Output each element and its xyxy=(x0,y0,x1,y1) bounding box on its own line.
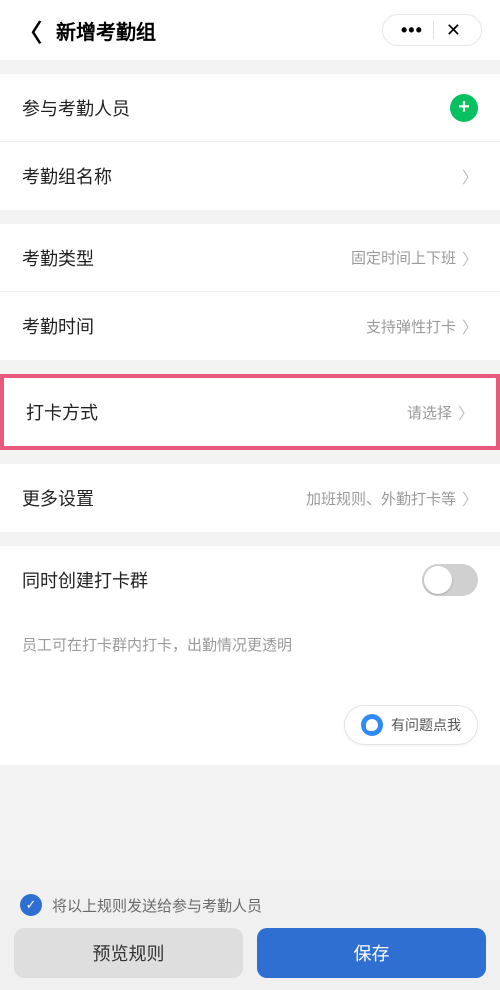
chevron-right-icon: 〉 xyxy=(462,246,478,270)
bottom-bar: ✓ 将以上规则发送给参与考勤人员 预览规则 保存 xyxy=(0,880,500,990)
create-group-toggle[interactable] xyxy=(422,564,478,596)
more-menu-button[interactable]: ••• xyxy=(395,21,429,39)
attendance-type-label: 考勤类型 xyxy=(22,245,94,271)
preview-button[interactable]: 预览规则 xyxy=(14,928,243,978)
chevron-right-icon: 〉 xyxy=(462,164,478,188)
header-divider xyxy=(433,21,434,39)
create-group-label: 同时创建打卡群 xyxy=(22,567,148,593)
chevron-right-icon: 〉 xyxy=(458,400,474,424)
attendance-time-row[interactable]: 考勤时间 支持弹性打卡 〉 xyxy=(0,292,500,360)
add-participant-icon[interactable]: + xyxy=(450,94,478,122)
more-settings-label: 更多设置 xyxy=(22,485,94,511)
checkin-method-row[interactable]: 打卡方式 请选择 〉 xyxy=(4,378,496,446)
toggle-knob xyxy=(424,566,452,594)
chevron-right-icon: 〉 xyxy=(462,314,478,338)
attendance-type-row[interactable]: 考勤类型 固定时间上下班 〉 xyxy=(0,224,500,292)
more-settings-value: 加班规则、外勤打卡等 xyxy=(306,488,456,509)
create-group-hint: 员工可在打卡群内打卡，出勤情况更透明 xyxy=(0,614,500,675)
group-name-label: 考勤组名称 xyxy=(22,163,112,189)
group-name-row[interactable]: 考勤组名称 〉 xyxy=(0,142,500,210)
create-group-row: 同时创建打卡群 xyxy=(0,546,500,614)
more-settings-row[interactable]: 更多设置 加班规则、外勤打卡等 〉 xyxy=(0,464,500,532)
page-title: 新增考勤组 xyxy=(56,16,156,45)
help-avatar-icon xyxy=(361,714,383,736)
help-text: 有问题点我 xyxy=(391,715,461,735)
save-button[interactable]: 保存 xyxy=(257,928,486,978)
back-button[interactable]: 〈 xyxy=(18,13,42,48)
close-button[interactable]: ✕ xyxy=(438,21,469,39)
participants-row[interactable]: 参与考勤人员 + xyxy=(0,74,500,142)
chevron-right-icon: 〉 xyxy=(462,486,478,510)
attendance-time-label: 考勤时间 xyxy=(22,313,94,339)
help-button[interactable]: 有问题点我 xyxy=(344,705,478,745)
send-rules-label: 将以上规则发送给参与考勤人员 xyxy=(52,895,262,916)
attendance-type-value: 固定时间上下班 xyxy=(351,247,456,268)
highlight-frame: 打卡方式 请选择 〉 xyxy=(0,374,500,450)
send-rules-checkbox[interactable]: ✓ xyxy=(20,894,42,916)
participants-label: 参与考勤人员 xyxy=(22,95,130,121)
checkin-method-label: 打卡方式 xyxy=(26,399,98,425)
checkin-method-value: 请选择 xyxy=(407,402,452,423)
attendance-time-value: 支持弹性打卡 xyxy=(366,316,456,337)
